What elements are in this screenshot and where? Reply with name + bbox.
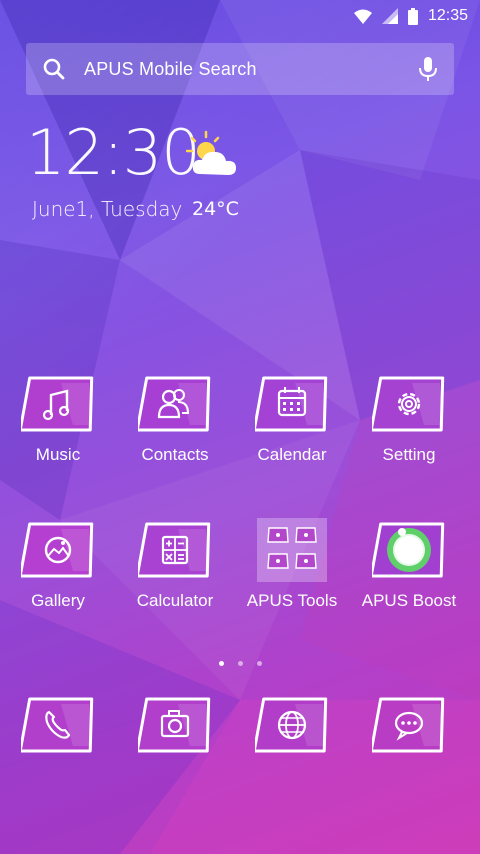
dock-camera[interactable]	[125, 696, 225, 754]
status-time: 12:35	[427, 7, 468, 24]
clock-time[interactable]: 12:30	[26, 122, 201, 184]
app-label: APUS Boost	[361, 591, 457, 610]
camera-icon	[138, 697, 211, 753]
app-calculator[interactable]: Calculator	[125, 521, 225, 611]
calculator-icon	[138, 522, 211, 578]
app-contacts[interactable]: Contacts	[125, 375, 225, 465]
app-label: Gallery	[31, 591, 85, 610]
app-label: APUS Tools	[246, 591, 338, 610]
contacts-icon	[138, 376, 211, 432]
search-icon	[43, 58, 65, 80]
app-gallery[interactable]: Gallery	[8, 521, 108, 611]
app-label: Music	[35, 445, 81, 464]
app-folder-apus-tools[interactable]: APUS Tools	[242, 516, 342, 611]
gear-icon	[372, 376, 445, 432]
app-apus-boost[interactable]: APUS Boost	[359, 521, 459, 611]
app-label: Calendar	[257, 445, 327, 464]
calendar-icon	[255, 376, 328, 432]
temperature: 24°C	[192, 198, 239, 220]
page-dot[interactable]	[256, 661, 262, 666]
page-indicator	[0, 661, 480, 666]
message-bubble-icon	[372, 697, 445, 753]
page-dot[interactable]	[218, 661, 224, 666]
dock-phone[interactable]	[8, 696, 108, 754]
gallery-icon	[21, 522, 94, 578]
dock-browser[interactable]	[242, 696, 342, 754]
search-bar[interactable]: APUS Mobile Search	[26, 43, 454, 95]
app-setting[interactable]: Setting	[359, 375, 459, 465]
browser-globe-icon	[255, 697, 328, 753]
music-note-icon	[21, 376, 94, 432]
app-label: Setting	[382, 445, 436, 464]
dock-messages[interactable]	[359, 696, 459, 754]
partly-cloudy-icon[interactable]	[186, 130, 242, 182]
status-bar: 12:35	[0, 0, 480, 32]
clock-date: June1, Tuesday	[32, 197, 183, 221]
microphone-icon[interactable]	[418, 56, 438, 82]
folder-icon	[257, 518, 327, 582]
battery-icon	[407, 7, 418, 25]
wifi-icon	[353, 9, 372, 24]
page-dot[interactable]	[237, 661, 243, 666]
search-placeholder: APUS Mobile Search	[84, 59, 257, 79]
app-label: Contacts	[141, 445, 209, 464]
signal-icon	[381, 8, 398, 24]
app-music[interactable]: Music	[8, 375, 108, 465]
phone-icon	[21, 697, 94, 753]
app-label: Calculator	[136, 591, 214, 610]
app-calendar[interactable]: Calendar	[242, 375, 342, 465]
boost-icon	[372, 522, 445, 578]
